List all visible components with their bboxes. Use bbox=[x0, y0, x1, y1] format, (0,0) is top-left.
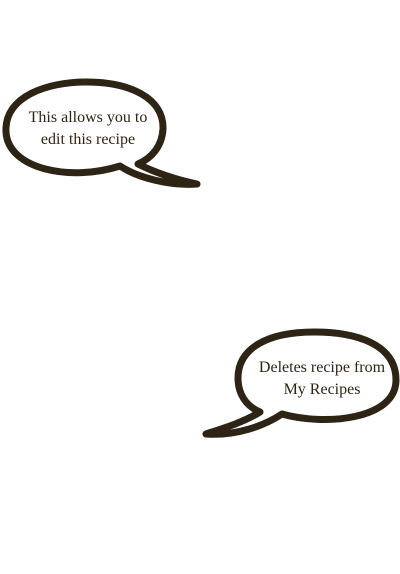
delete-recipe-tooltip-text: Deletes recipe from My Recipes bbox=[258, 359, 386, 398]
delete-recipe-tooltip: Deletes recipe from My Recipes bbox=[196, 322, 400, 446]
edit-recipe-tooltip-text: This allows you to edit this recipe bbox=[28, 109, 148, 148]
edit-recipe-tooltip: This allows you to edit this recipe bbox=[0, 74, 210, 194]
